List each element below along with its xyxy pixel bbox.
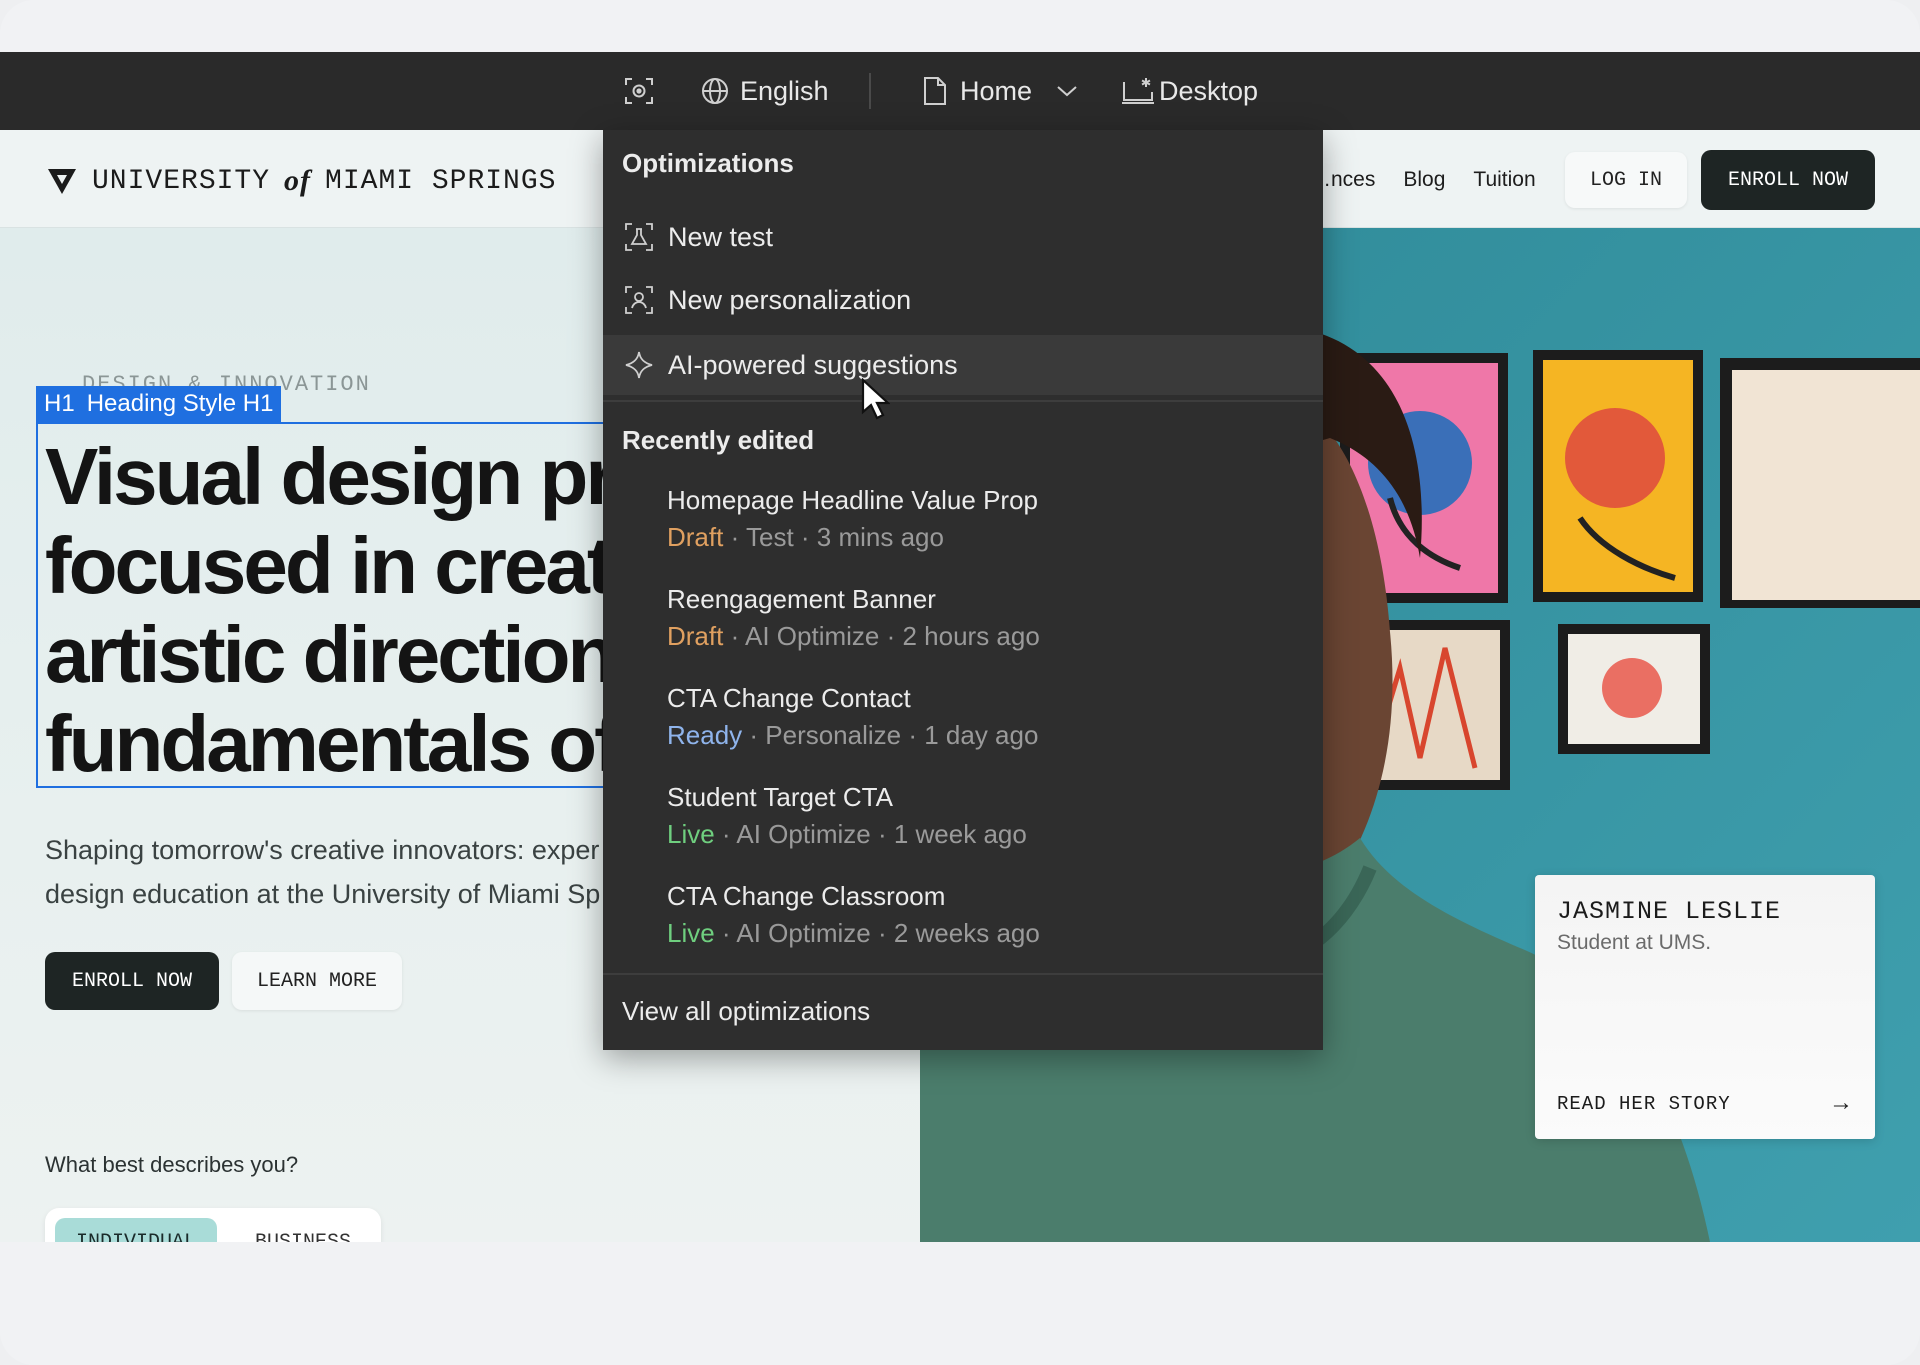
status-label: Draft <box>667 522 724 552</box>
recent-title: Student Target CTA <box>667 782 893 812</box>
capture-button[interactable] <box>622 52 656 130</box>
optimizations-heading: Optimizations <box>622 148 794 178</box>
mouse-cursor-icon <box>861 378 890 420</box>
headline-line-3: artistic direction, <box>45 610 636 699</box>
logo-text-2: of <box>284 164 312 197</box>
recent-item-3[interactable]: CTA Change Contact Ready · Personalize ·… <box>667 680 1307 754</box>
nav-links: …nces Blog Tuition <box>1310 168 1536 192</box>
subtitle-line-1: Shaping tomorrow's creative innovators: … <box>45 835 600 865</box>
menu-divider <box>603 400 1323 402</box>
recent-item-1[interactable]: Homepage Headline Value Prop Draft · Tes… <box>667 482 1307 556</box>
recent-meta: Ready · Personalize · 1 day ago <box>667 716 1307 754</box>
recent-details: · Personalize · 1 day ago <box>742 720 1039 750</box>
language-label: English <box>740 75 829 106</box>
logo-text-1: UNIVERSITY <box>92 165 271 197</box>
nav-link-blog[interactable]: Blog <box>1403 168 1445 192</box>
status-label: Live <box>667 918 715 948</box>
recent-details: · AI Optimize · 2 weeks ago <box>714 918 1040 948</box>
menu-item-ai-suggestions[interactable]: AI-powered suggestions <box>603 335 1323 395</box>
user-icon <box>622 283 656 317</box>
app-frame: English Home Desktop UNIVERSITY of MIAMI… <box>0 0 1920 1365</box>
story-name: JASMINE LESLIE <box>1557 897 1782 926</box>
recent-meta: Live · AI Optimize · 2 weeks ago <box>667 914 1307 952</box>
menu-item-new-personalization[interactable]: New personalization <box>603 270 1323 330</box>
recent-meta: Live · AI Optimize · 1 week ago <box>667 815 1307 853</box>
recent-title: Homepage Headline Value Prop <box>667 485 1038 515</box>
hero-subtitle: Shaping tomorrow's creative innovators: … <box>45 828 645 916</box>
logo-text-3: MIAMI SPRINGS <box>325 165 557 197</box>
toolbar-divider <box>869 73 871 109</box>
view-all-optimizations-link[interactable]: View all optimizations <box>622 996 870 1027</box>
editor-toolbar: English Home Desktop <box>0 52 1920 130</box>
headline-line-2: focused in creati <box>45 521 633 610</box>
menu-item-label: AI-powered suggestions <box>668 349 958 380</box>
logo-triangle-icon <box>48 169 76 194</box>
learn-more-button[interactable]: LEARN MORE <box>232 952 402 1010</box>
tag-style: Heading Style H1 <box>86 390 274 417</box>
read-her-story-link[interactable]: READ HER STORY <box>1557 1093 1731 1115</box>
recent-item-5[interactable]: CTA Change Classroom Live · AI Optimize … <box>667 878 1307 952</box>
recent-details: · AI Optimize · 2 hours ago <box>723 621 1040 651</box>
page-label: Home <box>960 75 1033 106</box>
sparkle-icon <box>622 348 656 382</box>
language-selector[interactable]: English <box>700 52 829 130</box>
selected-element-tag: H1 Heading Style H1 <box>36 386 282 422</box>
arrow-right-icon[interactable]: → <box>1829 1089 1853 1117</box>
login-button[interactable]: LOG IN <box>1565 152 1687 208</box>
recent-title: Reengagement Banner <box>667 584 936 614</box>
recent-details: · Test · 3 mins ago <box>723 522 944 552</box>
site-logo[interactable]: UNIVERSITY of MIAMI SPRINGS <box>46 164 556 198</box>
recent-meta: Draft · AI Optimize · 2 hours ago <box>667 617 1307 655</box>
beaker-icon <box>622 220 656 254</box>
enroll-now-button[interactable]: ENROLL NOW <box>45 952 219 1010</box>
page-bottom-band <box>0 1242 1920 1365</box>
page-icon <box>924 77 946 105</box>
recent-meta: Draft · Test · 3 mins ago <box>667 518 1307 556</box>
audience-question: What best describes you? <box>45 1152 299 1177</box>
recent-item-2[interactable]: Reengagement Banner Draft · AI Optimize … <box>667 581 1307 655</box>
globe-icon <box>702 78 728 104</box>
target-icon <box>625 78 653 104</box>
recent-details: · AI Optimize · 1 week ago <box>714 819 1027 849</box>
recent-title: CTA Change Classroom <box>667 881 946 911</box>
device-selector[interactable]: Desktop <box>1121 52 1258 130</box>
headline-line-4: fundamentals of <box>45 699 621 788</box>
tag-type: H1 <box>44 390 75 417</box>
chevron-down-icon <box>1057 86 1077 97</box>
menu-item-new-test[interactable]: New test <box>603 207 1323 267</box>
status-label: Ready <box>667 720 743 750</box>
story-role: Student at UMS. <box>1557 931 1712 954</box>
menu-item-label: New test <box>668 221 774 252</box>
hero-headline[interactable]: Visual design pro focused in creati arti… <box>45 432 662 788</box>
student-story-card[interactable]: JASMINE LESLIE Student at UMS. READ HER … <box>1535 875 1875 1139</box>
menu-divider <box>603 973 1323 975</box>
enroll-now-nav-button[interactable]: ENROLL NOW <box>1701 150 1875 210</box>
subtitle-line-2: design education at the University of Mi… <box>45 879 601 909</box>
recently-edited-heading: Recently edited <box>622 425 815 455</box>
desktop-icon <box>1122 78 1154 104</box>
optimizations-menu: Optimizations New test New personalizati… <box>603 130 1323 1050</box>
headline-line-1: Visual design pro <box>45 432 662 521</box>
device-label: Desktop <box>1159 75 1259 106</box>
page-selector[interactable]: Home <box>922 52 1078 130</box>
status-label: Draft <box>667 621 724 651</box>
recent-title: CTA Change Contact <box>667 683 911 713</box>
menu-item-label: New personalization <box>668 284 912 315</box>
recent-item-4[interactable]: Student Target CTA Live · AI Optimize · … <box>667 779 1307 853</box>
status-label: Live <box>667 819 715 849</box>
nav-link-tuition[interactable]: Tuition <box>1473 168 1535 192</box>
